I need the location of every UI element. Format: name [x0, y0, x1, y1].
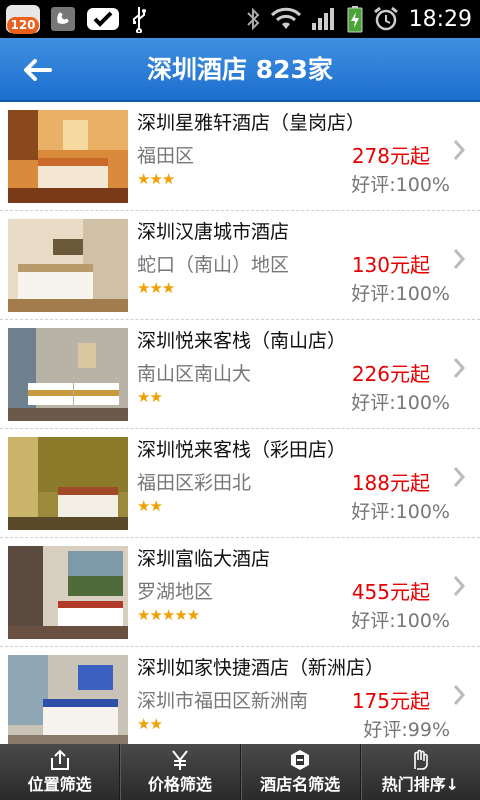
hotel-stars: ★★	[137, 497, 163, 515]
hotel-name: 深圳悦来客栈（彩田店）	[137, 439, 347, 461]
hotel-stars: ★★	[137, 715, 163, 733]
hotel-list-item[interactable]: 深圳星雅轩酒店（皇岗店） 福田区 ★★★ 278元起 好评:100%	[0, 102, 480, 211]
hotel-list-item[interactable]: 深圳悦来客栈（南山店） 南山区南山大 ★★ 226元起 好评:100%	[0, 320, 480, 429]
hotel-rating: 好评:100%	[351, 283, 450, 305]
hotel-area: 深圳市福田区新洲南	[137, 690, 309, 712]
hotel-photo	[8, 655, 128, 744]
hotel-list-item[interactable]: 深圳汉唐城市酒店 蛇口（南山）地区 ★★★ 130元起 好评:100%	[0, 211, 480, 320]
status-bar: 120 18:29	[0, 0, 480, 38]
battery-charging-icon	[347, 6, 363, 33]
chevron-right-icon	[453, 358, 466, 378]
chevron-right-icon	[453, 467, 466, 487]
hotel-list-item[interactable]: 深圳悦来客栈（彩田店） 福田区彩田北 ★★ 188元起 好评:100%	[0, 429, 480, 538]
bluetooth-icon	[246, 7, 260, 31]
location-filter-icon	[48, 748, 72, 772]
chevron-right-icon	[453, 576, 466, 596]
hotel-photo	[8, 219, 128, 312]
page-title: 深圳酒店 823家	[147, 55, 333, 84]
hotel-price: 278元起	[351, 144, 430, 168]
hotel-area: 罗湖地区	[137, 581, 214, 603]
hotel-rating: 好评:100%	[351, 174, 450, 196]
hotel-area: 福田区	[137, 145, 195, 167]
hotel-area: 蛇口（南山）地区	[137, 254, 290, 276]
tab-price-filter[interactable]: 价格筛选	[119, 744, 239, 800]
title-bar: 深圳酒店 823家	[0, 38, 480, 102]
check-icon	[87, 8, 119, 30]
yen-icon	[168, 748, 192, 772]
hotel-stars: ★★★★★	[137, 606, 200, 624]
tab-label: 价格筛选	[147, 775, 212, 794]
hotel-area: 福田区彩田北	[137, 472, 252, 494]
hotel-photo	[8, 110, 128, 203]
hotel-name: 深圳如家快捷酒店（新洲店）	[137, 657, 385, 679]
hotel-rating: 好评:100%	[351, 610, 450, 632]
hotel-stars: ★★★	[137, 279, 175, 297]
tab-hotel-name-filter[interactable]: 酒店名筛选	[239, 744, 360, 800]
hotel-list-item[interactable]: 深圳如家快捷酒店（新洲店） 深圳市福田区新洲南 ★★ 175元起 好评:99%	[0, 647, 480, 744]
tab-popular-sort[interactable]: 热门排序↓	[359, 744, 480, 800]
hotel-name: 深圳悦来客栈（南山店）	[137, 330, 347, 352]
bottom-filter-bar: 位置筛选 价格筛选 酒店名筛选 热门排序↓	[0, 744, 480, 800]
hotel-rating: 好评:100%	[351, 501, 450, 523]
tab-location-filter[interactable]: 位置筛选	[0, 744, 119, 800]
signal-icon	[311, 8, 334, 30]
notification-count: 120	[7, 17, 39, 34]
usb-icon	[133, 7, 146, 33]
hotel-price: 455元起	[351, 580, 430, 604]
hotel-price: 188元起	[351, 471, 430, 495]
hotel-price: 130元起	[351, 253, 430, 277]
hotel-name: 深圳汉唐城市酒店	[137, 221, 290, 243]
chevron-right-icon	[453, 685, 466, 705]
tab-label: 酒店名筛选	[260, 775, 341, 794]
chevron-right-icon	[453, 140, 466, 160]
hotel-rating: 好评:100%	[351, 392, 450, 414]
chevron-right-icon	[453, 249, 466, 269]
hotel-rating: 好评:99%	[363, 719, 450, 741]
tab-label: 热门排序↓	[381, 775, 460, 794]
alarm-icon	[373, 6, 398, 31]
hotel-photo	[8, 546, 128, 639]
notification-badge: 120	[6, 5, 40, 34]
hotel-name: 深圳富临大酒店	[137, 548, 271, 570]
hotel-area: 南山区南山大	[137, 363, 252, 385]
wifi-icon	[270, 7, 301, 29]
hotel-stars: ★★	[137, 388, 163, 406]
hotel-list-item[interactable]: 深圳富临大酒店 罗湖地区 ★★★★★ 455元起 好评:100%	[0, 538, 480, 647]
hotel-photo	[8, 437, 128, 530]
hotel-list[interactable]: 深圳星雅轩酒店（皇岗店） 福田区 ★★★ 278元起 好评:100% 深圳汉唐城…	[0, 102, 480, 744]
missed-call-icon	[51, 7, 75, 31]
hotel-price: 226元起	[351, 362, 430, 386]
tab-label: 位置筛选	[27, 775, 92, 794]
hotel-badge-icon	[288, 748, 312, 772]
clock: 18:29	[408, 6, 472, 32]
hotel-photo	[8, 328, 128, 421]
hotel-name: 深圳星雅轩酒店（皇岗店）	[137, 112, 366, 134]
hotel-stars: ★★★	[137, 170, 175, 188]
hotel-price: 175元起	[351, 689, 430, 713]
hand-icon	[408, 748, 432, 772]
